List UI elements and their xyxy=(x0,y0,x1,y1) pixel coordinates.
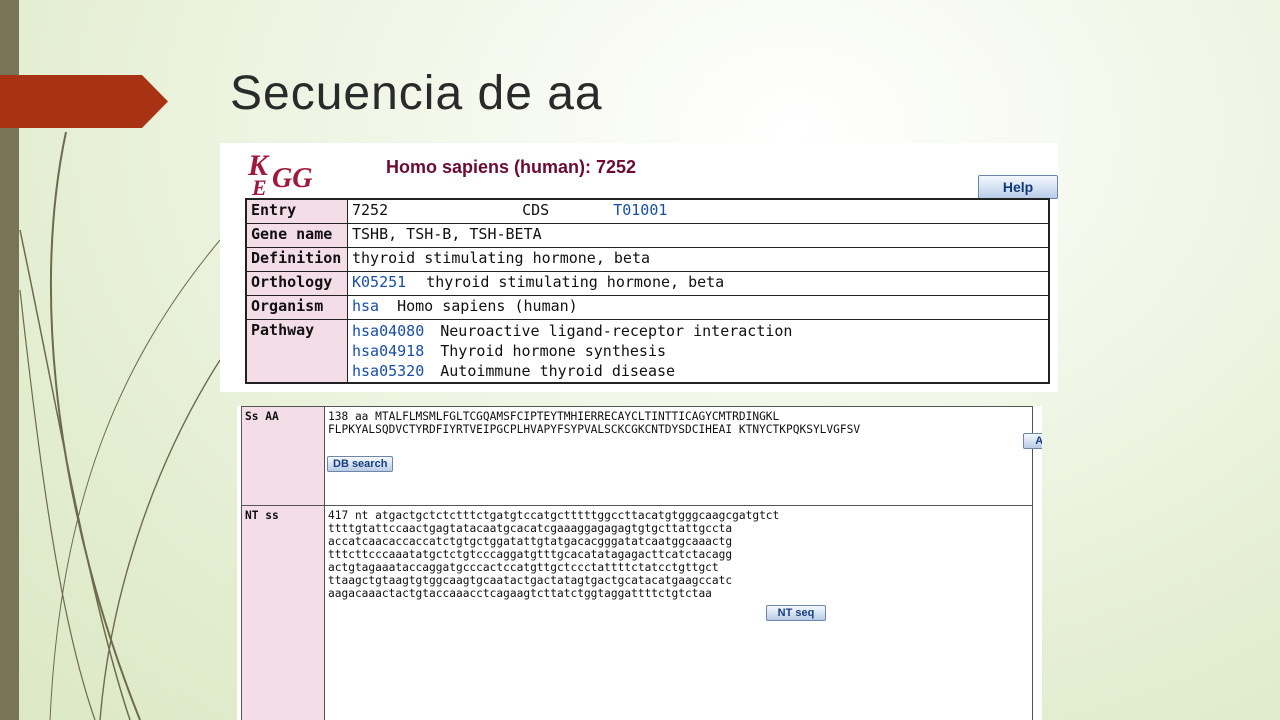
kegg-entry-panel: K E GG Homo sapiens (human): 7252 Help E… xyxy=(220,143,1058,392)
table-row: Pathway hsa04080 Neuroactive ligand-recep… xyxy=(245,319,1050,384)
row-label-pathway: Pathway xyxy=(245,319,348,384)
nt-seq-line: tttcttcccaaatatgctctgtcccaggatgtttgcacat… xyxy=(328,548,733,561)
pathway-name: Autoimmune thyroid disease xyxy=(440,362,676,380)
nt-seq-line: ttaagctgtaagtgtggcaagtgcaatactgactatagtg… xyxy=(328,574,733,587)
orthology-link[interactable]: K05251 xyxy=(352,273,406,291)
row-label-entry: Entry xyxy=(245,198,348,224)
organism-text: Homo sapiens (human) xyxy=(397,297,578,315)
entry-id: 7252 xyxy=(352,201,389,219)
nt-seq-line: accatcaacaccaccatctgtgctggatattgtatgacac… xyxy=(328,535,733,548)
row-label-orthology: Orthology xyxy=(245,271,348,296)
organism-value: hsa Homo sapiens (human) xyxy=(347,295,1050,320)
pathway-name: Thyroid hormone synthesis xyxy=(440,342,667,360)
pathway-link[interactable]: hsa04918 xyxy=(352,342,424,360)
title-arrow-shape xyxy=(0,75,168,128)
kegg-logo: K E GG xyxy=(247,149,312,197)
table-row: Gene name TSHB, TSH-B, TSH-BETA xyxy=(245,223,1050,248)
entry-type: CDS xyxy=(522,201,550,219)
table-row: Ss AA 138 aa MTALFLMSMLFGLTCGQAMSFCIPTEY… xyxy=(241,406,1042,506)
kegg-entry-table: Entry 7252 CDS T01001 Gene name TSHB, TSH-… xyxy=(245,198,1050,384)
sequence-table: Ss AA 138 aa MTALFLMSMLFGLTCGQAMSFCIPTEY… xyxy=(241,406,1042,720)
table-row: NT ss 417 nt atgactgctctctttctgatgtccatg… xyxy=(241,505,1033,720)
pathway-link[interactable]: hsa05320 xyxy=(352,362,424,380)
entry-value: 7252 CDS T01001 xyxy=(347,198,1050,224)
orthology-text: thyroid stimulating hormone, beta xyxy=(426,273,725,291)
row-label-nt-seq: NT ss xyxy=(241,505,325,720)
orthology-value: K05251 thyroid stimulating hormone, beta xyxy=(347,271,1050,296)
row-label-definition: Definition xyxy=(245,247,348,272)
pathway-link[interactable]: hsa04080 xyxy=(352,322,424,340)
db-search-button[interactable]: DB search xyxy=(327,456,394,472)
sequence-panel: Ss AA 138 aa MTALFLMSMLFGLTCGQAMSFCIPTEY… xyxy=(237,406,1042,720)
row-label-organism: Organism xyxy=(245,295,348,320)
help-button[interactable]: Help xyxy=(978,175,1058,199)
nt-seq-line: actgtagaaataccaggatgcccactccatgttgctccct… xyxy=(328,561,719,574)
nt-sequence-cell: 417 nt atgactgctctctttctgatgtccatgcttttt… xyxy=(324,505,1033,720)
row-label-gene-name: Gene name xyxy=(245,223,348,248)
aa-seq-line: FLPKYALSQDVCTYRDFIYRTVEIPGCPLHVAPYFSYPVA… xyxy=(328,423,861,436)
definition-value: thyroid stimulating hormone, beta xyxy=(347,247,1050,272)
svg-text:E: E xyxy=(251,175,267,197)
pathway-value: hsa04080 Neuroactive ligand-receptor inte… xyxy=(347,319,1050,384)
gene-name-value: TSHB, TSH-B, TSH-BETA xyxy=(347,223,1050,248)
table-row: Orthology K05251 thyroid stimulating horm… xyxy=(245,271,1050,296)
table-row: Organism hsa Homo sapiens (human) xyxy=(245,295,1050,320)
nt-seq-line: ttttgtattccaactgagtatacaatgcacatcgaaagga… xyxy=(328,522,733,535)
nt-seq-button[interactable]: NT seq xyxy=(766,605,826,621)
nt-seq-line: aagacaaactactgtaccaaacctcagaagtcttatctgg… xyxy=(328,587,712,600)
kegg-entry-heading: Homo sapiens (human): 7252 xyxy=(386,157,637,177)
row-label-aa-seq: Ss AA xyxy=(241,406,325,506)
aa-sequence-cell: 138 aa MTALFLMSMLFGLTCGQAMSFCIPTEYTMHIER… xyxy=(324,406,1042,506)
slide-title: Secuencia de aa xyxy=(230,67,603,120)
nt-seq-line: 417 nt atgactgctctctttctgatgtccatgcttttt… xyxy=(328,509,780,522)
genome-link[interactable]: T01001 xyxy=(613,201,667,219)
pathway-name: Neuroactive ligand-receptor interaction xyxy=(440,322,793,340)
organism-link[interactable]: hsa xyxy=(352,297,379,315)
aa-seq-button[interactable]: AA seq xyxy=(1023,433,1042,449)
table-row: Entry 7252 CDS T01001 xyxy=(245,198,1050,224)
aa-seq-line: 138 aa MTALFLMSMLFGLTCGQAMSFCIPTEYTMHIER… xyxy=(328,410,780,423)
table-row: Definition thyroid stimulating hormone, … xyxy=(245,247,1050,272)
svg-text:GG: GG xyxy=(272,163,312,194)
